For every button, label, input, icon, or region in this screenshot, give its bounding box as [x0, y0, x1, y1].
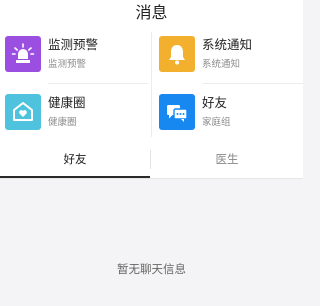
category-subtitle: 家庭组	[202, 117, 231, 128]
empty-state-message: 暂无聊天信息	[117, 262, 186, 276]
category-health-circle[interactable]: 健康圈 健康圈	[0, 84, 150, 142]
home-heart-icon	[5, 94, 41, 130]
category-system-notice[interactable]: 系统通知 系统通知	[153, 26, 303, 84]
category-subtitle: 系统通知	[202, 59, 241, 70]
category-subtitle: 健康圈	[48, 117, 77, 128]
category-name: 系统通知	[202, 37, 253, 52]
category-subtitle: 监测预警	[48, 59, 87, 70]
bell-icon	[159, 36, 195, 72]
tab-friends[interactable]: 好友	[0, 141, 150, 178]
active-tab-indicator	[0, 176, 150, 178]
message-category-grid: 监测预警 监测预警 系统通知 系统通知 健康圈 健康圈 好友 家庭组	[0, 26, 303, 143]
category-name: 健康圈	[48, 95, 86, 110]
category-name: 监测预警	[48, 37, 99, 52]
app-header: 消息	[0, 0, 303, 26]
page-title: 消息	[135, 3, 168, 22]
chat-bubbles-icon	[159, 94, 195, 130]
tab-doctors[interactable]: 医生	[151, 141, 303, 178]
category-name: 好友	[202, 95, 228, 110]
category-friends[interactable]: 好友 家庭组	[153, 84, 303, 142]
grid-vertical-divider	[151, 32, 152, 137]
category-monitoring-alert[interactable]: 监测预警 监测预警	[0, 26, 150, 84]
alarm-siren-icon	[5, 36, 41, 72]
contact-tabs: 好友 医生	[0, 141, 303, 179]
